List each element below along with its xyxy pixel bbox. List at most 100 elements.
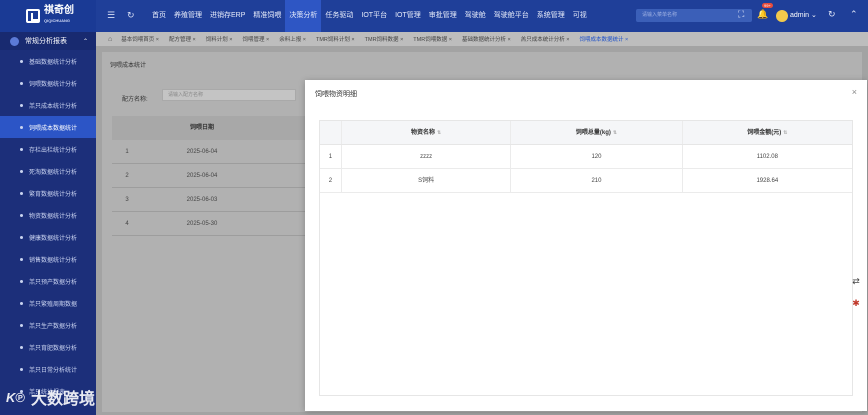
sidebar-item[interactable]: 存栏出栏统计分析 bbox=[0, 138, 96, 160]
tab-item[interactable]: 饲喂管理 × bbox=[237, 35, 274, 43]
bullet-icon bbox=[20, 367, 23, 371]
close-icon[interactable]: × bbox=[852, 87, 857, 97]
nav-item-analysis[interactable]: 决策分析 bbox=[285, 0, 322, 32]
tab-item-active[interactable]: 饲喂成本数据统计 × bbox=[574, 35, 633, 43]
refresh-page-icon[interactable]: ↻ bbox=[828, 9, 836, 20]
collapse-icon[interactable]: ⌃ bbox=[850, 9, 858, 20]
sidebar-item[interactable]: 销售数据统计分析 bbox=[0, 248, 96, 270]
nav-item-iot-manage[interactable]: IOT管理 bbox=[391, 0, 425, 32]
bullet-icon bbox=[20, 103, 23, 107]
sidebar-item[interactable]: 健康数据统计分析 bbox=[0, 226, 96, 248]
top-nav: 首页 养殖管理 进销存ERP 精准饲喂 决策分析 任务驱动 IOT平台 IOT管… bbox=[148, 0, 591, 32]
sidebar-item[interactable]: 物资数据统计分析 bbox=[0, 204, 96, 226]
sidebar-item[interactable]: 羔只日常分析统计 bbox=[0, 358, 96, 380]
nav-item-tasks[interactable]: 任务驱动 bbox=[321, 0, 357, 32]
header-total-weight[interactable]: 饲喂总量(kg) ⇅ bbox=[511, 121, 683, 144]
sidebar-item[interactable]: 繁育数据统计分析 bbox=[0, 182, 96, 204]
sidebar-item[interactable]: 死淘数据统计分析 bbox=[0, 160, 96, 182]
fullscreen-icon[interactable]: ⛶ bbox=[738, 9, 744, 20]
nav-item-cockpit[interactable]: 驾驶舱 bbox=[461, 0, 490, 32]
sidebar-item[interactable]: 饲喂数据统计分析 bbox=[0, 72, 96, 94]
table-row[interactable]: 2 2025-06-04 bbox=[112, 164, 312, 188]
filter-label: 配方名称: bbox=[122, 97, 148, 103]
translate-icon[interactable]: ⇄ bbox=[849, 274, 863, 288]
tab-item[interactable]: 基础数据统计分析 × bbox=[457, 35, 516, 43]
bullet-icon bbox=[20, 323, 23, 327]
cell-material-name: S饲料 bbox=[342, 169, 512, 192]
nav-item-breeding[interactable]: 养殖管理 bbox=[170, 0, 206, 32]
table-header: 物资名称 ⇅ 饲喂总量(kg) ⇅ 饲喂金额(元) ⇅ bbox=[320, 121, 852, 145]
table-row[interactable]: 3 2025-06-03 bbox=[112, 188, 312, 212]
sidebar-item-label: 羔只预产数据分析 bbox=[29, 279, 78, 286]
menu-toggle-icon[interactable]: ☰ bbox=[107, 10, 115, 21]
table-row[interactable]: 1 2025-06-04 bbox=[112, 140, 312, 164]
sidebar-item-label: 存栏出栏统计分析 bbox=[29, 147, 78, 154]
sidebar-item[interactable]: 基础数据统计分析 bbox=[0, 50, 96, 72]
material-detail-table: 物资名称 ⇅ 饲喂总量(kg) ⇅ 饲喂金额(元) ⇅ 1 zzzz 120 1102… bbox=[319, 120, 853, 396]
sort-icon[interactable]: ⇅ bbox=[437, 130, 441, 136]
bell-icon[interactable]: 🔔 bbox=[757, 9, 768, 20]
sidebar-item-label: 繁育数据统计分析 bbox=[29, 191, 78, 198]
recipe-name-input[interactable]: 请输入配方名称 bbox=[162, 89, 296, 101]
material-detail-dialog: 饲喂物资明细 × 物资名称 ⇅ 饲喂总量(kg) ⇅ 饲喂金额(元) ⇅ 1 zzzz… bbox=[305, 80, 867, 411]
table-row[interactable]: 1 zzzz 120 1102.08 bbox=[320, 145, 852, 169]
cell-total-weight: 120 bbox=[511, 145, 683, 168]
header-material-name[interactable]: 物资名称 ⇅ bbox=[342, 121, 512, 144]
tab-item[interactable]: 配方管理 × bbox=[164, 35, 201, 43]
tab-item[interactable]: 饲料计划 × bbox=[201, 35, 238, 43]
nav-item-approval[interactable]: 审批管理 bbox=[425, 0, 461, 32]
watermark: K℗ 大数跨境 bbox=[6, 385, 95, 409]
refresh-icon[interactable]: ↻ bbox=[127, 10, 135, 21]
sidebar-item-label: 羔只繁殖周期数据 bbox=[29, 301, 78, 308]
sidebar-item[interactable]: 羔只育肥数据分析 bbox=[0, 336, 96, 358]
table-row[interactable]: 4 2025-05-30 bbox=[112, 212, 312, 236]
avatar[interactable] bbox=[776, 10, 788, 22]
nav-item-erp[interactable]: 进销存ERP bbox=[206, 0, 249, 32]
sidebar-item[interactable]: 羔只生产数据分析 bbox=[0, 314, 96, 336]
sidebar-item-active[interactable]: 饲喂成本数据统计 bbox=[0, 116, 96, 138]
app-logo[interactable]: 祺奇创 QIQICHUANG bbox=[0, 0, 96, 32]
row-index: 1 bbox=[320, 145, 342, 168]
tab-item[interactable]: TMR饲料数据 × bbox=[360, 35, 409, 43]
nav-item-iot-platform[interactable]: IOT平台 bbox=[357, 0, 391, 32]
tab-item[interactable]: TMR饲喂数据 × bbox=[408, 35, 457, 43]
sidebar-item[interactable]: 羔只预产数据分析 bbox=[0, 270, 96, 292]
sidebar-item-label: 羔只成本统计分析 bbox=[29, 103, 78, 110]
nav-item-home[interactable]: 首页 bbox=[148, 0, 170, 32]
bullet-icon bbox=[20, 235, 23, 239]
assistant-icon[interactable]: ✱ bbox=[849, 296, 863, 310]
user-name: admin bbox=[790, 12, 810, 19]
tab-item[interactable]: TMR饲料计划 × bbox=[311, 35, 360, 43]
tab-item[interactable]: 余料上报 × bbox=[274, 35, 311, 43]
user-menu[interactable]: admin ⌄ bbox=[790, 11, 817, 19]
row-index: 3 bbox=[125, 197, 129, 203]
table-row[interactable]: 2 S饲料 210 1928.64 bbox=[320, 169, 852, 193]
sort-icon[interactable]: ⇅ bbox=[783, 130, 787, 136]
tab-item[interactable]: 基本饲喂首页 × bbox=[116, 35, 164, 43]
home-icon[interactable]: ⌂ bbox=[108, 36, 112, 43]
feeding-cost-table: 饲喂日期 1 2025-06-04 2 2025-06-04 3 2025-06… bbox=[112, 116, 312, 236]
sidebar-item[interactable]: 羔只成本统计分析 bbox=[0, 94, 96, 116]
nav-item-system[interactable]: 系统管理 bbox=[533, 0, 569, 32]
sidebar-group-regular-reports[interactable]: 常规分析报表 ⌃ bbox=[0, 32, 96, 50]
cell-amount: 1102.08 bbox=[756, 154, 778, 160]
sort-icon[interactable]: ⇅ bbox=[613, 130, 617, 136]
header-feeding-date[interactable]: 饲喂日期 bbox=[142, 116, 262, 140]
nav-item-visual[interactable]: 可视 bbox=[569, 0, 591, 32]
sidebar-item-label: 饲喂成本数据统计 bbox=[29, 125, 78, 132]
sidebar-item-label: 羔只生产数据分析 bbox=[29, 323, 78, 330]
header-amount[interactable]: 饲喂金额(元) ⇅ bbox=[683, 121, 852, 144]
bullet-icon bbox=[20, 213, 23, 217]
sidebar-item-label: 死淘数据统计分析 bbox=[29, 169, 78, 176]
nav-item-feeding[interactable]: 精准饲喂 bbox=[249, 0, 285, 32]
bullet-icon bbox=[20, 345, 23, 349]
chevron-up-icon: ⌃ bbox=[82, 38, 88, 45]
sidebar-item-label: 羔只日常分析统计 bbox=[29, 367, 78, 374]
menu-search-input[interactable]: 请输入菜单名称 bbox=[636, 9, 752, 22]
tab-item[interactable]: 羔只成本统计分析 × bbox=[516, 35, 575, 43]
logo-text: 祺奇创 bbox=[44, 5, 74, 16]
nav-item-cockpit-platform[interactable]: 驾驶舱平台 bbox=[490, 0, 533, 32]
notification-badge: 99+ bbox=[762, 3, 773, 8]
sidebar-item[interactable]: 羔只繁殖周期数据 bbox=[0, 292, 96, 314]
bullet-icon bbox=[20, 257, 23, 261]
